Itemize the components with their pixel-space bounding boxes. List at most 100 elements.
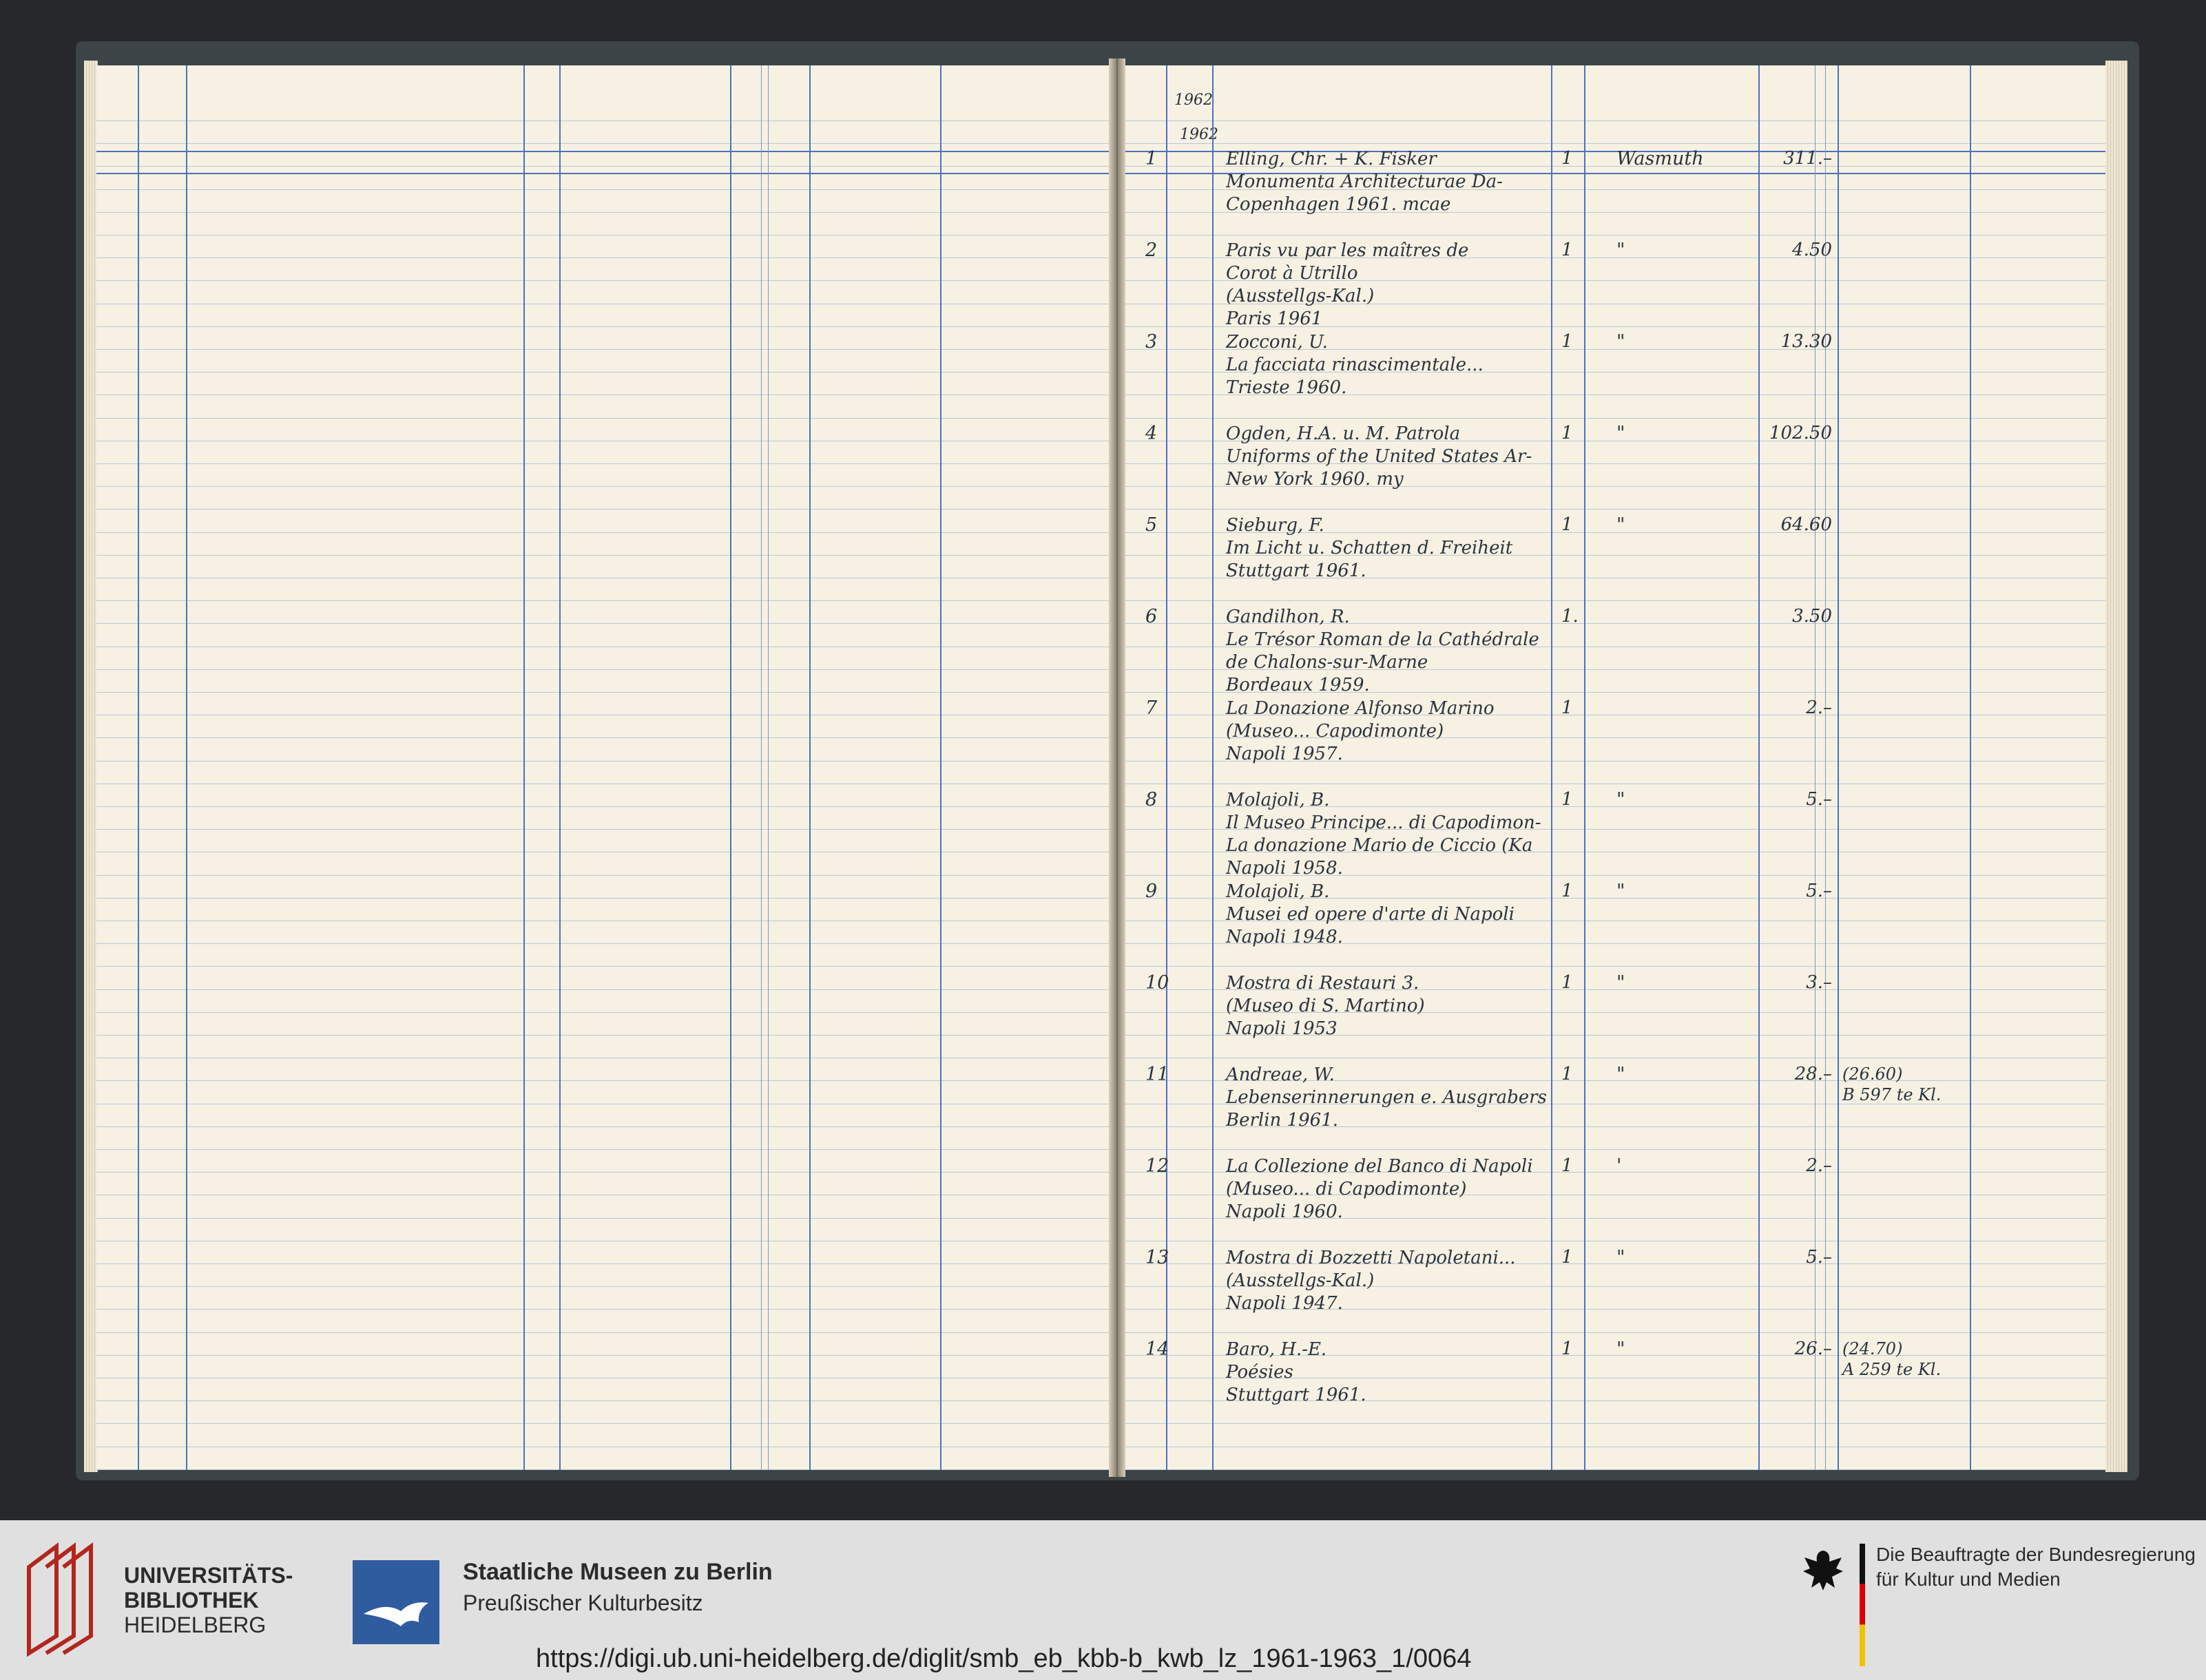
column-rule [768,65,769,1470]
smb-subtitle: Preußischer Kulturbesitz [463,1590,703,1615]
entry-text-line: Zocconi, U. [1226,332,1328,353]
entry-number: 8 [1145,789,1158,810]
entry-text-line: Gandilhon, R. [1226,607,1350,627]
scan-image: 1962 1962 1 Elling, Chr. + K. Fisker Monum… [0,0,2206,1520]
entry-text-line: Paris 1961 [1226,308,1323,329]
ruled-line [96,1172,1117,1173]
entry-number: 1 [1145,148,1158,169]
ruled-line [96,966,1117,967]
ruled-line [96,989,1117,990]
entry-text-line: La facciata rinascimentale... [1226,355,1484,375]
entry-text-line: Molajoli, B. [1226,790,1330,810]
ledger-entry-row: 11 Andreae, W. Lebenserinnerungen e. Ausgr… [1119,1064,2105,1155]
entry-text-line: de Chalons-sur-Marne [1226,652,1428,673]
entry-dealer: " [1616,881,1625,902]
entry-text-line: (Ausstellgs-Kal.) [1226,286,1375,306]
ledger-entry-row: 7 La Donazione Alfonso Marino (Museo... Ca… [1119,697,2105,789]
ruled-line [96,1263,1117,1264]
header-rule [96,173,1117,174]
entry-text-line: La Collezione del Banco di Napoli [1226,1156,1533,1177]
column-rule [138,65,139,1470]
entry-text-line: Elling, Chr. + K. Fisker [1226,149,1437,169]
entry-price: 13.30 [1780,331,1832,352]
entry-number: 3 [1145,331,1158,353]
ruled-line [96,554,1117,556]
ruled-line [96,1469,1117,1470]
ruled-line [96,1354,1117,1356]
entry-dealer: " [1616,1064,1625,1085]
entry-text-line: Napoli 1947. [1226,1293,1343,1314]
entry-text-line: (Museo... Capodimonte) [1226,721,1444,742]
entry-text-line: Napoli 1957. [1226,744,1343,764]
ruled-line [96,806,1117,807]
bkm-name-line2: für Kultur und Medien [1876,1568,2061,1590]
entry-price: 311.– [1783,148,1832,169]
ruled-line [96,1217,1117,1219]
ledger-entry-row: 4 Ogden, H.A. u. M. Patrola Uniforms of th… [1119,423,2105,514]
permalink-url[interactable]: https://digi.ub.uni-heidelberg.de/diglit… [536,1644,1471,1674]
entry-price: 3.– [1806,972,1832,993]
entry-quantity: 1. [1561,606,1579,627]
ruled-line [96,509,1117,510]
ledger-entry-row: 14 Baro, H.-E. Poésies Stuttgart 1961. 1 " 26.… [1119,1338,2105,1430]
entry-quantity: 1 [1561,423,1573,443]
entry-quantity: 1 [1561,1247,1573,1268]
entry-number: 6 [1145,606,1158,627]
entry-dealer: " [1616,789,1625,810]
ledger-entry-row: 8 Molajoli, B. Il Museo Principe... di Cap… [1119,789,2105,881]
ledger-right-page: 1962 1962 1 Elling, Chr. + K. Fisker Monum… [1119,65,2105,1470]
entry-text-line: New York 1960. my [1226,469,1404,490]
entry-price: 5.– [1806,1247,1832,1268]
entry-number: 4 [1145,423,1158,444]
ruled-line [96,1149,1117,1150]
left-page-edges [84,61,98,1472]
ledger-left-page [96,65,1117,1470]
entry-quantity: 1 [1561,697,1573,718]
entry-number: 11 [1145,1064,1169,1085]
smb-eagle-logo-icon [353,1560,439,1644]
header-rule [96,151,1117,152]
ruled-line [96,1011,1117,1013]
ruled-line [96,143,1117,145]
ruled-line [96,669,1117,670]
entry-text-line: Poésies [1226,1362,1293,1383]
ruled-line [96,1035,1117,1036]
entry-dealer: " [1616,1247,1625,1268]
entry-dealer: " [1616,972,1625,994]
ruled-line [96,623,1117,624]
ruled-line [96,897,1117,899]
ruled-line [1119,143,2105,145]
entry-text-line: Lebenserinnerungen e. Ausgrabers [1226,1087,1547,1108]
column-rule [761,65,762,1470]
column-rule [730,65,731,1470]
entry-price: 64.60 [1780,514,1832,535]
entry-number: 12 [1145,1155,1169,1177]
federal-flag-stripe [1860,1544,1865,1666]
column-rule [940,65,941,1470]
ledger-entry-row: 6 Gandilhon, R. Le Trésor Roman de la Cath… [1119,606,2105,697]
ruled-line [96,349,1117,350]
entry-dealer: Wasmuth [1616,148,1704,169]
entry-dealer: " [1616,1338,1625,1360]
entry-text-line: Copenhagen 1961. mcae [1226,194,1451,215]
entry-quantity: 1 [1561,881,1573,901]
bkm-name-line1: Die Beauftragte der Bundesregierung [1876,1544,2196,1565]
book-gutter [1109,59,1125,1477]
entry-text-line: Il Museo Principe... di Capodimon- [1226,812,1541,833]
entry-text-line: Trieste 1960. [1226,377,1347,398]
entry-note: A 259 te Kl. [1842,1360,1942,1379]
ub-name-line2: BIBLIOTHEK [124,1588,259,1613]
entry-text-line: (Ausstellgs-Kal.) [1226,1270,1375,1291]
column-rule [523,65,525,1470]
entry-text-line: Monumenta Architecturae Da- [1226,171,1503,192]
entry-price: 28.– [1794,1064,1832,1084]
entry-text-line: Paris vu par les maîtres de [1226,240,1469,261]
entry-price: 5.– [1806,789,1832,810]
entry-quantity: 1 [1561,514,1573,535]
entry-note: B 597 te Kl. [1842,1085,1942,1104]
ruled-line [96,874,1117,876]
ruled-line [96,1400,1117,1402]
ruled-line [96,1332,1117,1333]
ruled-line [96,760,1117,762]
ruled-line [96,532,1117,533]
